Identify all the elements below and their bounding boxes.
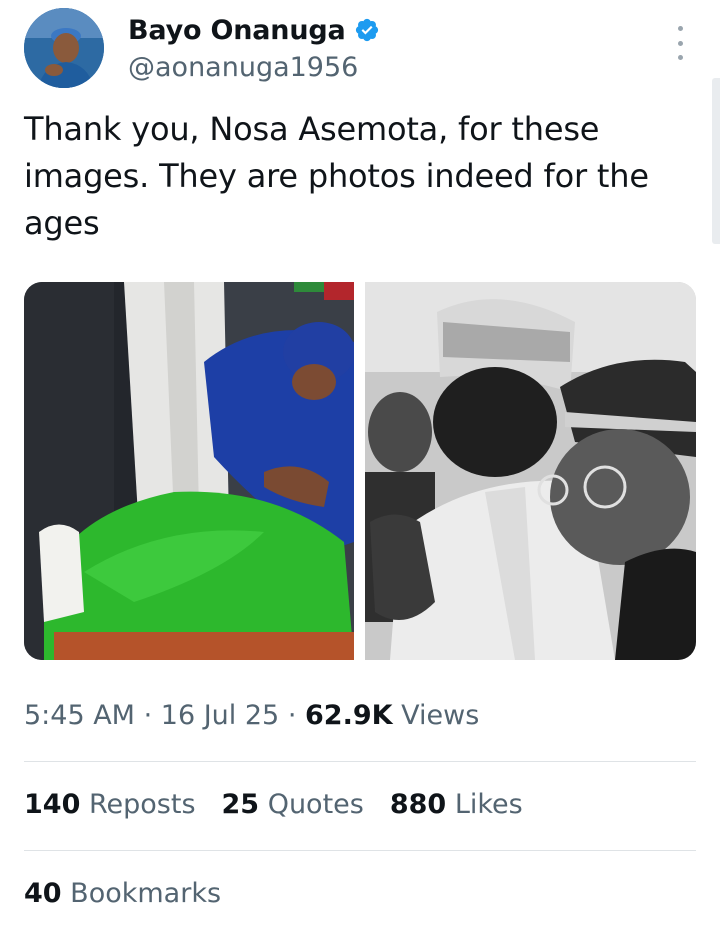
display-name-row: Bayo Onanuga (128, 12, 380, 48)
tweet-header: Bayo Onanuga @aonanuga1956 (24, 8, 696, 92)
reposts-count: 140 (24, 789, 81, 820)
avatar[interactable] (24, 8, 104, 88)
bookmarks-count: 40 (24, 878, 62, 909)
dot (677, 55, 683, 60)
likes-label: Likes (454, 789, 523, 820)
dot (677, 26, 683, 31)
tweet-meta: 5:45 AM · 16 Jul 25 · 62.9K Views (24, 700, 479, 731)
divider (24, 761, 696, 762)
bookmarks-stat[interactable]: 40 Bookmarks (24, 878, 221, 909)
likes-count: 880 (389, 789, 447, 820)
engagement-stats: 140 Reposts 25 Quotes 880 Likes (24, 789, 549, 820)
photo-right[interactable] (365, 282, 696, 660)
meta-separator: · (287, 700, 297, 731)
meta-separator: · (143, 700, 153, 731)
tweet-text: Thank you, Nosa Asemota, for these image… (24, 110, 649, 242)
photo-left[interactable] (24, 282, 354, 660)
tweet-date[interactable]: 16 Jul 25 (161, 700, 279, 731)
quotes-stat[interactable]: 25 Quotes (222, 789, 364, 820)
tweet-time[interactable]: 5:45 AM (24, 700, 135, 731)
scroll-edge (712, 78, 720, 244)
reposts-stat[interactable]: 140 Reposts (24, 789, 196, 820)
divider (24, 850, 696, 851)
views-label: Views (401, 700, 480, 731)
quotes-label: Quotes (267, 789, 364, 820)
bookmarks-label: Bookmarks (70, 878, 222, 909)
author-handle[interactable]: @aonanuga1956 (128, 52, 380, 83)
reposts-label: Reposts (88, 789, 196, 820)
quotes-count: 25 (221, 789, 260, 820)
more-options-icon[interactable] (672, 26, 688, 60)
media-grid (24, 282, 696, 660)
verified-badge-icon (354, 17, 380, 43)
author-names: Bayo Onanuga @aonanuga1956 (128, 12, 380, 83)
display-name[interactable]: Bayo Onanuga (128, 15, 346, 46)
views-count: 62.9K (305, 700, 393, 731)
dot (677, 40, 683, 46)
likes-stat[interactable]: 880 Likes (390, 789, 523, 820)
